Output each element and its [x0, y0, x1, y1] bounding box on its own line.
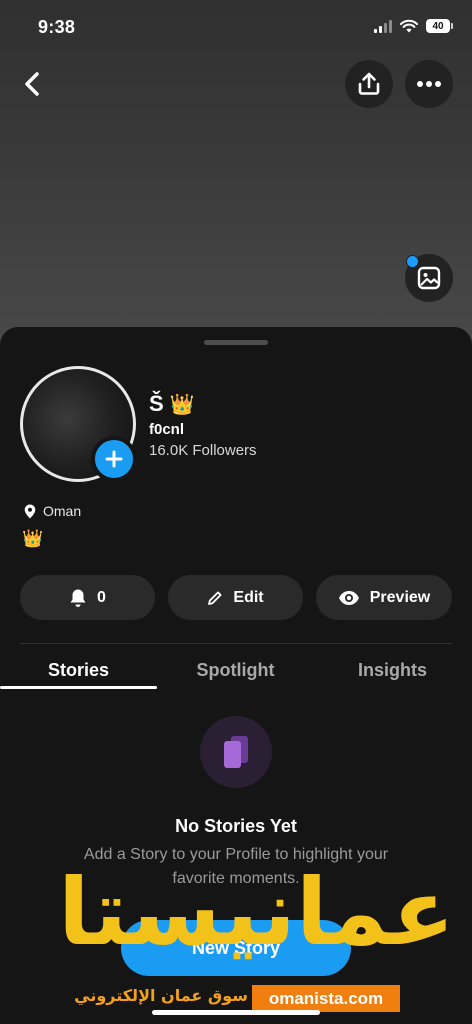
share-button[interactable] — [345, 60, 393, 108]
more-options-button[interactable] — [405, 60, 453, 108]
avatar-container — [20, 366, 137, 482]
more-dots-icon — [417, 81, 441, 87]
eye-icon — [338, 590, 359, 605]
notifications-button[interactable]: 0 — [20, 575, 155, 620]
profile-sheet: Š 👑 f0cnl 16.0K Followers Oman 👑 0 Edit … — [0, 327, 472, 1024]
add-story-button[interactable] — [91, 436, 137, 482]
divider — [20, 643, 452, 644]
tab-insights[interactable]: Insights — [314, 660, 471, 681]
pencil-icon — [208, 591, 222, 605]
stories-cards-icon — [224, 736, 248, 768]
display-name-text: Š — [149, 391, 164, 416]
wifi-icon — [400, 19, 418, 33]
back-button[interactable] — [14, 64, 50, 104]
new-badge-dot — [406, 255, 419, 268]
preview-button[interactable]: Preview — [316, 575, 452, 620]
location-text: Oman — [43, 503, 82, 519]
username: f0cnl — [149, 421, 185, 438]
new-story-button[interactable]: New Story — [121, 920, 351, 976]
empty-state-description: Add a Story to your Profile to highlight… — [83, 846, 389, 887]
cellular-signal-icon — [374, 19, 392, 33]
bell-icon — [70, 589, 86, 607]
followers-count[interactable]: 16.0K Followers — [149, 442, 257, 459]
active-tab-indicator — [0, 686, 157, 689]
tab-stories[interactable]: Stories — [0, 660, 157, 681]
location: Oman — [24, 503, 81, 519]
back-chevron-icon — [25, 72, 39, 96]
display-name: Š 👑 — [149, 391, 195, 417]
plus-icon — [105, 450, 123, 468]
home-indicator[interactable] — [152, 1010, 320, 1015]
sheet-drag-handle[interactable] — [204, 340, 268, 345]
crown-emoji: 👑 — [169, 393, 195, 416]
status-icons: 40 — [374, 19, 453, 33]
location-pin-icon — [24, 504, 36, 518]
notifications-count: 0 — [97, 588, 106, 606]
status-time: 9:38 — [38, 17, 76, 37]
battery-icon: 40 — [426, 19, 453, 33]
empty-state-title: No Stories Yet — [175, 816, 297, 836]
edit-button[interactable]: Edit — [168, 575, 303, 620]
status-bar: 9:38 40 — [0, 0, 472, 56]
bio: 👑 — [22, 529, 44, 548]
edit-label: Edit — [233, 588, 264, 606]
tab-spotlight[interactable]: Spotlight — [157, 660, 314, 681]
preview-label: Preview — [369, 588, 431, 606]
share-upload-icon — [358, 72, 380, 95]
empty-stories-badge — [200, 716, 272, 788]
bitmoji-gallery-icon — [417, 266, 441, 290]
